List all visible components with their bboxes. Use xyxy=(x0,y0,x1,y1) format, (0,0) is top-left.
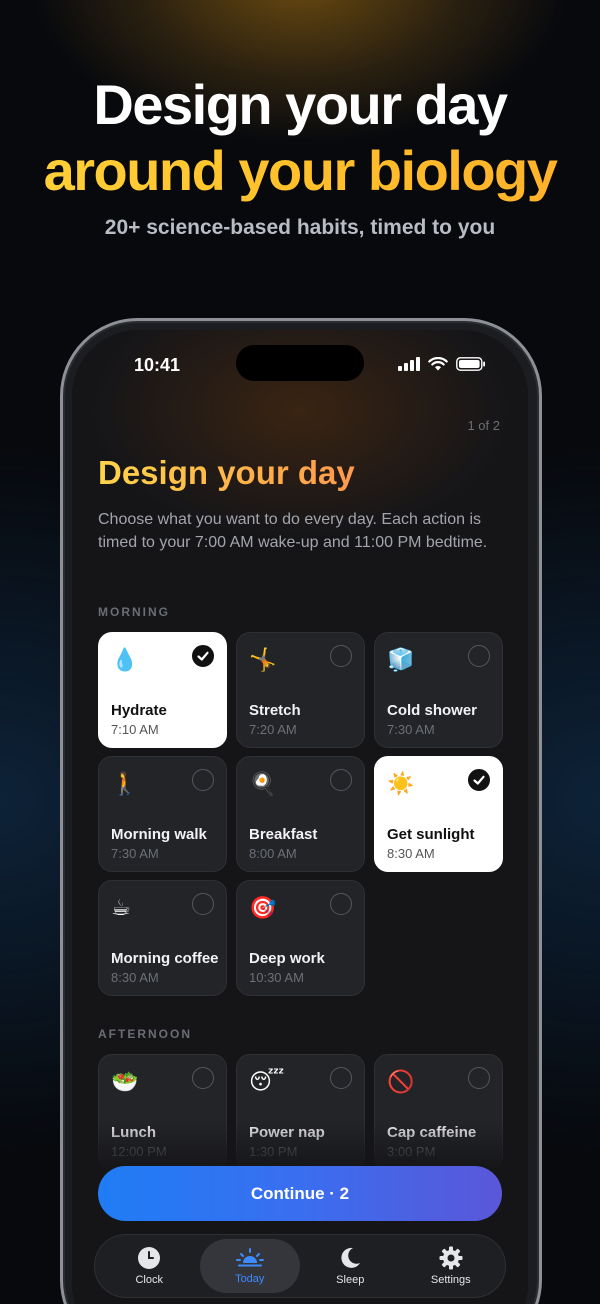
habit-emoji-icon: 🤸 xyxy=(249,647,277,672)
hero-title-line2: around your biology xyxy=(0,138,600,204)
habit-time: 8:30 AM xyxy=(111,970,159,985)
section-label-morning: MORNING xyxy=(98,605,170,619)
habit-card-breakfast[interactable]: 🍳 Breakfast 8:00 AM xyxy=(236,756,365,872)
hero-title: Design your day around your biology xyxy=(0,72,600,204)
screen-title: Design your day xyxy=(98,454,355,491)
phone-screen: 10:41 1 of 2 Design your day Choose what… xyxy=(72,330,528,1304)
habit-emoji-icon: 🍳 xyxy=(249,771,277,796)
habit-card-deep-work[interactable]: 🎯 Deep work 10:30 AM xyxy=(236,880,365,996)
status-icons xyxy=(398,357,486,371)
habit-emoji-icon: ☕ xyxy=(111,895,131,920)
dynamic-island xyxy=(236,345,364,381)
habit-time: 10:30 AM xyxy=(249,970,304,985)
tab-sleep-label: Sleep xyxy=(336,1274,365,1286)
tab-sleep[interactable]: Sleep xyxy=(300,1239,401,1293)
checkbox-circle-icon[interactable] xyxy=(468,645,490,667)
gear-icon xyxy=(439,1246,463,1270)
clock-icon xyxy=(138,1247,161,1269)
checkmark-icon[interactable] xyxy=(468,769,490,791)
tab-today[interactable]: Today xyxy=(199,1239,300,1293)
habit-name: Morning coffee xyxy=(111,950,219,967)
habit-card-morning-walk[interactable]: 🚶 Morning walk 7:30 AM xyxy=(98,756,227,872)
habit-time: 7:30 AM xyxy=(387,722,435,737)
habit-card-morning-coffee[interactable]: ☕ Morning coffee 8:30 AM xyxy=(98,880,227,996)
habit-name: Stretch xyxy=(249,702,301,719)
habit-emoji-icon: 🚶 xyxy=(111,771,139,796)
moon-icon xyxy=(341,1247,361,1268)
habit-name: Get sunlight xyxy=(387,826,475,843)
continue-button[interactable]: Continue · 2 xyxy=(98,1166,502,1221)
status-time: 10:41 xyxy=(134,355,181,375)
habit-time: 8:30 AM xyxy=(387,846,435,861)
checkbox-circle-icon[interactable] xyxy=(192,893,214,915)
habit-name: Breakfast xyxy=(249,826,318,843)
habit-emoji-icon: 🚫 xyxy=(387,1069,415,1094)
wifi-icon xyxy=(428,357,448,371)
hero-subtitle: 20+ science-based habits, timed to you xyxy=(104,216,496,239)
tab-settings[interactable]: Settings xyxy=(401,1239,502,1293)
checkbox-circle-icon[interactable] xyxy=(192,1067,214,1089)
tab-today-label: Today xyxy=(235,1273,265,1285)
habit-card-get-sunlight[interactable]: ☀️ Get sunlight 8:30 AM xyxy=(374,756,503,872)
habit-time: 7:30 AM xyxy=(111,846,159,861)
habit-time: 7:20 AM xyxy=(249,722,297,737)
habit-card-hydrate[interactable]: 💧 Hydrate 7:10 AM xyxy=(98,632,227,748)
tab-clock-label: Clock xyxy=(135,1274,163,1286)
tab-settings-label: Settings xyxy=(430,1274,471,1286)
battery-icon xyxy=(456,357,485,371)
tab-clock[interactable]: Clock xyxy=(99,1239,200,1293)
habit-emoji-icon: 💧 xyxy=(111,647,139,672)
checkbox-circle-icon[interactable] xyxy=(330,645,352,667)
checkmark-icon[interactable] xyxy=(192,645,214,667)
habit-emoji-icon: 🧊 xyxy=(387,647,415,672)
habit-emoji-icon: 🎯 xyxy=(249,895,277,920)
habit-emoji-icon: 😴 xyxy=(249,1069,285,1094)
step-indicator: 1 of 2 xyxy=(467,418,500,433)
signal-icon xyxy=(398,357,420,371)
checkbox-circle-icon[interactable] xyxy=(330,1067,352,1089)
tab-bar: Clock Today Sleep Settings xyxy=(94,1234,506,1298)
section-label-afternoon: AFTERNOON xyxy=(98,1027,192,1041)
checkbox-circle-icon[interactable] xyxy=(330,769,352,791)
checkbox-circle-icon[interactable] xyxy=(468,1067,490,1089)
habit-name: Morning walk xyxy=(111,826,207,843)
sunrise-icon xyxy=(235,1248,264,1267)
habit-name: Hydrate xyxy=(111,702,167,719)
screen-description: Choose what you want to do every day. Ea… xyxy=(98,511,488,551)
hero-title-line1: Design your day xyxy=(93,73,508,136)
habit-emoji-icon: ☀️ xyxy=(387,771,415,796)
habit-name: Cold shower xyxy=(387,702,478,719)
habit-name: Deep work xyxy=(249,950,325,967)
habit-time: 7:10 AM xyxy=(111,722,159,737)
habit-emoji-icon: 🥗 xyxy=(111,1069,139,1094)
habit-card-cold-shower[interactable]: 🧊 Cold shower 7:30 AM xyxy=(374,632,503,748)
habit-card-stretch[interactable]: 🤸 Stretch 7:20 AM xyxy=(236,632,365,748)
checkbox-circle-icon[interactable] xyxy=(192,769,214,791)
checkbox-circle-icon[interactable] xyxy=(330,893,352,915)
habit-time: 8:00 AM xyxy=(249,846,297,861)
